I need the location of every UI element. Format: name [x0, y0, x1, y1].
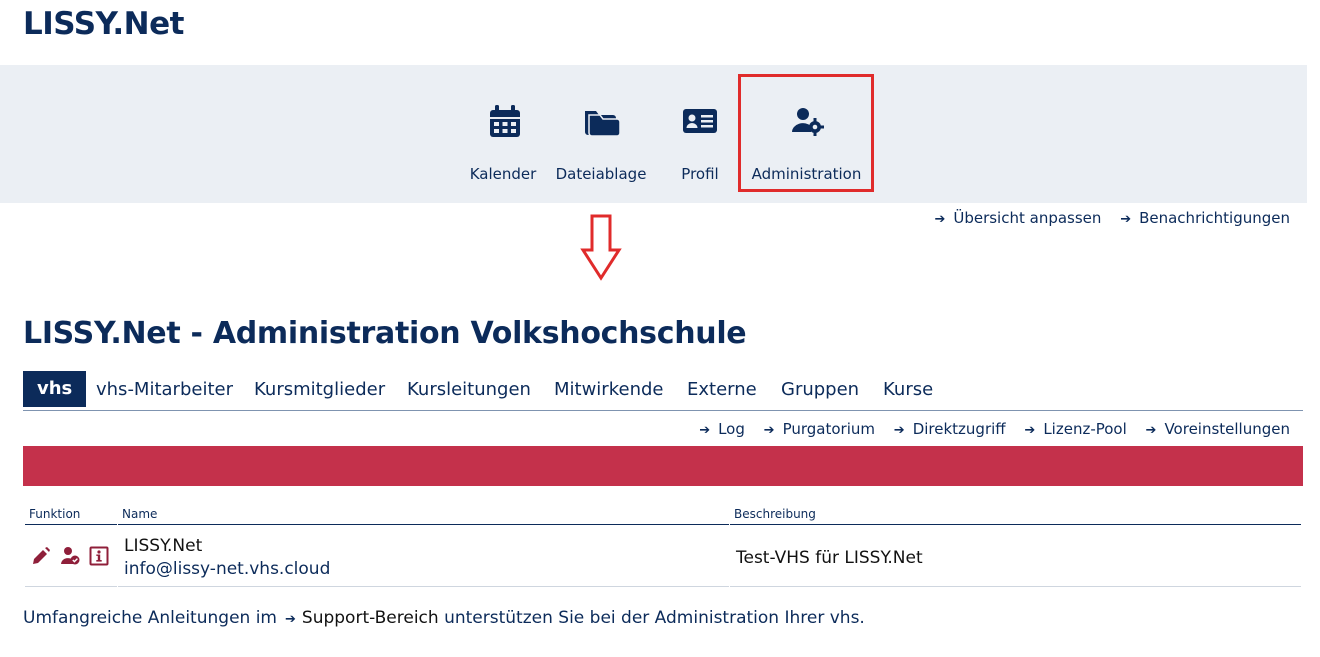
footer-text-before: Umfangreiche Anleitungen im	[23, 608, 277, 628]
folder-icon	[585, 111, 621, 137]
support-bereich-link[interactable]: ➔ Support-Bereich	[277, 608, 439, 628]
link-label: Log	[718, 420, 745, 438]
link-purgatorium[interactable]: ➔ Purgatorium	[764, 420, 875, 438]
row-name: LISSY.Net	[124, 536, 203, 556]
arrow-right-icon: ➔	[1120, 212, 1132, 227]
arrow-right-icon: ➔	[763, 423, 775, 438]
nav-item-profil[interactable]: Profil	[670, 65, 730, 203]
link-label: Voreinstellungen	[1164, 420, 1290, 438]
highlight-frame	[738, 74, 874, 192]
tab-vhs-mitarbeiter[interactable]: vhs-Mitarbeiter	[96, 371, 233, 407]
arrow-right-icon: ➔	[893, 423, 905, 438]
column-header-name: Name	[118, 505, 729, 525]
nav-item-kalender[interactable]: Kalender	[468, 65, 538, 203]
message-bar	[23, 446, 1303, 486]
tab-vhs[interactable]: vhs	[23, 371, 87, 407]
link-log[interactable]: ➔ Log	[699, 420, 745, 438]
footer-text-after: unterstützen Sie bei der Administration …	[444, 608, 865, 628]
down-arrow-icon	[580, 214, 622, 281]
arrow-right-icon: ➔	[1024, 423, 1036, 438]
sub-links: ➔ Log ➔ Purgatorium ➔ Direktzugriff ➔ Lizenz…	[685, 420, 1290, 438]
user-check-icon[interactable]	[60, 546, 80, 566]
column-header-funktion: Funktion	[25, 505, 117, 525]
arrow-right-icon: ➔	[285, 612, 296, 627]
tab-gruppen[interactable]: Gruppen	[781, 371, 859, 407]
row-divider	[730, 586, 1301, 587]
tab-externe[interactable]: Externe	[687, 371, 757, 407]
link-direktzugriff[interactable]: ➔ Direktzugriff	[894, 420, 1006, 438]
arrow-right-icon: ➔	[934, 212, 946, 227]
link-label: Purgatorium	[782, 420, 875, 438]
link-label: Übersicht anpassen	[953, 209, 1102, 227]
tab-kurse[interactable]: Kurse	[883, 371, 933, 407]
edit-pencil-icon[interactable]	[31, 546, 51, 566]
link-label: Benachrichtigungen	[1139, 209, 1290, 227]
row-email-link[interactable]: info@lissy-net.vhs.cloud	[124, 559, 330, 579]
nav-label-profil: Profil	[681, 165, 719, 183]
link-uebersicht-anpassen[interactable]: ➔ Übersicht anpassen	[934, 209, 1101, 227]
tab-mitwirkende[interactable]: Mitwirkende	[554, 371, 663, 407]
calendar-icon	[490, 105, 520, 137]
page-title: LISSY.Net - Administration Volkshochschu…	[23, 316, 747, 351]
arrow-right-icon: ➔	[699, 423, 711, 438]
table-row: LISSY.Net info@lissy-net.vhs.cloud Test-…	[23, 526, 1303, 587]
footer-link-label: Support-Bereich	[301, 608, 439, 628]
tab-kursleitungen[interactable]: Kursleitungen	[407, 371, 531, 407]
nav-label-dateiablage: Dateiablage	[555, 165, 647, 183]
footer-note: Umfangreiche Anleitungen im ➔ Support-Bere…	[23, 608, 865, 628]
column-header-beschreibung: Beschreibung	[730, 505, 1301, 525]
main-navigation: Kalender Dateiablage Profil Administrati…	[0, 65, 1307, 203]
link-lizenz-pool[interactable]: ➔ Lizenz-Pool	[1024, 420, 1126, 438]
row-description: Test-VHS für LISSY.Net	[736, 548, 923, 568]
link-label: Lizenz-Pool	[1043, 420, 1127, 438]
link-label: Direktzugriff	[912, 420, 1006, 438]
arrow-right-icon: ➔	[1145, 423, 1157, 438]
tab-bar: vhs vhs-Mitarbeiter Kursmitglieder Kursl…	[23, 371, 1303, 411]
id-card-icon	[683, 109, 717, 133]
brand-title: LISSY.Net	[23, 6, 184, 42]
row-divider	[118, 586, 729, 587]
link-benachrichtigungen[interactable]: ➔ Benachrichtigungen	[1120, 209, 1290, 227]
nav-label-kalender: Kalender	[469, 165, 537, 183]
tab-kursmitglieder[interactable]: Kursmitglieder	[254, 371, 385, 407]
info-icon[interactable]	[89, 546, 109, 566]
row-divider	[25, 586, 117, 587]
nav-item-dateiablage[interactable]: Dateiablage	[555, 65, 647, 203]
top-links: ➔ Übersicht anpassen ➔ Benachrichtigungen	[920, 209, 1290, 227]
link-voreinstellungen[interactable]: ➔ Voreinstellungen	[1146, 420, 1290, 438]
